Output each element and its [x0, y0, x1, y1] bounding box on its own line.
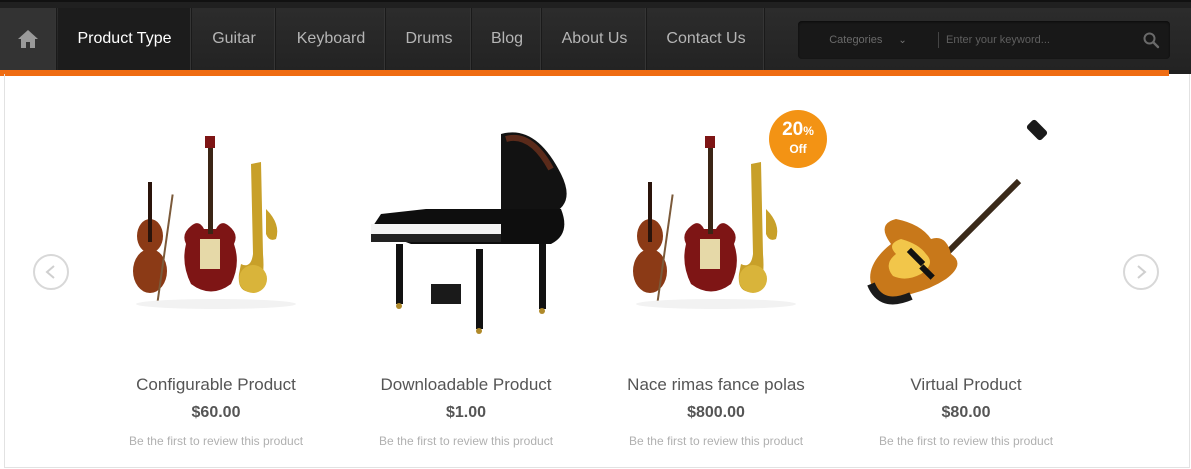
category-select[interactable]: Categories ⌄	[798, 21, 938, 59]
carousel-next-button[interactable]	[1123, 254, 1159, 290]
chevron-right-icon	[1137, 265, 1147, 279]
product-name[interactable]: Configurable Product	[91, 375, 341, 395]
product-review-link[interactable]: Be the first to review this product	[91, 434, 341, 448]
product-name[interactable]: Nace rimas fance polas	[591, 375, 841, 395]
product-card: Downloadable Product $1.00 Be the first …	[341, 104, 591, 464]
product-review-link[interactable]: Be the first to review this product	[341, 434, 591, 448]
chevron-down-icon: ⌄	[898, 34, 907, 46]
nav-item-label: Guitar	[212, 30, 256, 47]
product-card: Virtual Product $80.00 Be the first to r…	[841, 104, 1091, 464]
instruments-image[interactable]	[101, 114, 331, 354]
home-button[interactable]	[0, 8, 57, 70]
category-select-label: Categories	[829, 34, 883, 46]
nav-item-label: Drums	[405, 30, 453, 47]
product-price: $800.00	[687, 404, 745, 421]
nav-item-blog[interactable]: Blog	[473, 8, 542, 70]
grand-piano-image[interactable]	[351, 114, 581, 354]
nav-item-label: Contact Us	[666, 30, 746, 47]
product-card: 20% Off Nace rimas fance polas $800.00 B…	[591, 104, 841, 464]
product-review-link[interactable]: Be the first to review this product	[591, 434, 841, 448]
product-name[interactable]: Virtual Product	[841, 375, 1091, 395]
main-navigation: Product Type Guitar Keyboard Drums Blog …	[0, 0, 1191, 76]
search-input[interactable]	[946, 30, 1126, 50]
sale-badge-percent: 20%	[769, 119, 827, 141]
product-price: $1.00	[445, 404, 487, 421]
nav-item-about-us[interactable]: About Us	[543, 8, 647, 70]
nav-item-label: Product Type	[77, 30, 172, 47]
nav-item-label: About Us	[561, 30, 628, 47]
product-carousel: Configurable Product $60.00 Be the first…	[4, 74, 1190, 468]
nav-item-drums[interactable]: Drums	[387, 8, 472, 70]
chevron-left-icon	[45, 265, 55, 279]
home-icon	[18, 30, 38, 48]
sale-badge-text: Off	[789, 142, 807, 156]
search-divider	[938, 32, 939, 48]
nav-item-label: Keyboard	[296, 30, 366, 47]
nav-item-keyboard[interactable]: Keyboard	[277, 8, 386, 70]
sale-badge-unit: %	[803, 124, 814, 138]
nav-item-label: Blog	[490, 30, 524, 47]
nav-item-contact-us[interactable]: Contact Us	[648, 8, 765, 70]
product-review-link[interactable]: Be the first to review this product	[841, 434, 1091, 448]
carousel-prev-button[interactable]	[33, 254, 69, 290]
product-price: $60.00	[191, 404, 241, 421]
product-name[interactable]: Downloadable Product	[341, 375, 591, 395]
bass-guitar-image[interactable]	[851, 114, 1081, 354]
product-card: Configurable Product $60.00 Be the first…	[91, 104, 341, 464]
search-bar: Categories ⌄	[798, 21, 1170, 59]
sale-badge-value: 20	[782, 119, 804, 140]
sale-badge: 20% Off	[769, 110, 827, 168]
search-icon[interactable]	[1142, 31, 1160, 49]
nav-item-product-type[interactable]: Product Type	[58, 8, 192, 70]
nav-item-guitar[interactable]: Guitar	[193, 8, 276, 70]
product-price: $80.00	[941, 404, 991, 421]
